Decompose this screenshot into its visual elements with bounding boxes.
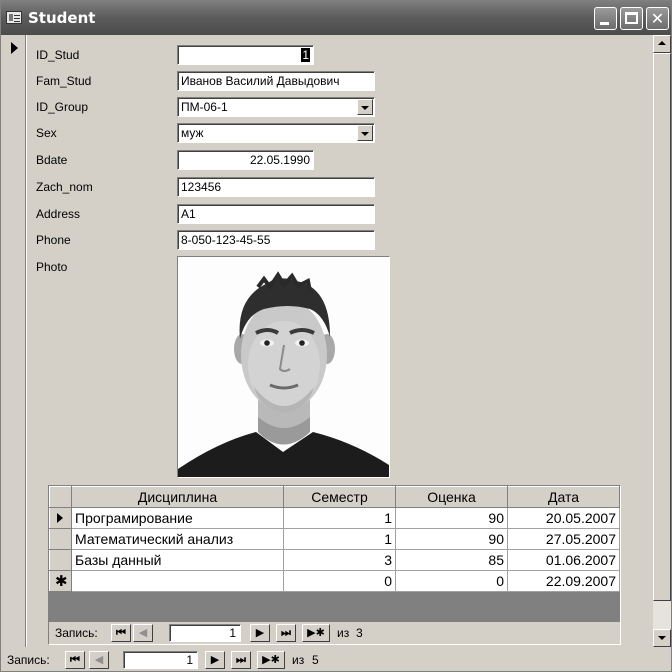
sex-dropdown-button[interactable] — [357, 125, 373, 141]
last-record-button[interactable]: ⏭ — [276, 624, 296, 642]
sex-value: муж — [181, 126, 204, 140]
cell-date[interactable]: 01.06.2007 — [507, 549, 620, 571]
label-photo: Photo — [36, 260, 68, 274]
scroll-up-button[interactable] — [653, 35, 671, 53]
cell-semester[interactable]: 3 — [283, 549, 396, 571]
previous-record-button[interactable]: ◀ — [133, 624, 153, 642]
cell-discipline[interactable]: Програмирование — [71, 507, 284, 529]
main-next-record-button[interactable]: ▶ — [205, 651, 225, 669]
cell-discipline[interactable]: Базы данный — [71, 549, 284, 571]
current-record-arrow-icon — [11, 42, 18, 54]
cell-semester[interactable]: 0 — [283, 570, 396, 592]
close-icon: ✕ — [650, 9, 665, 28]
main-last-record-button[interactable]: ⏭ — [231, 651, 251, 669]
bdate-field[interactable]: 22.05.1990 — [177, 150, 314, 170]
subform-record-caption: Запись: — [55, 626, 98, 640]
main-record-navigator: Запись: ⏮ ◀ 1 ▶ ⏭ ▶✱ из 5 — [1, 649, 671, 671]
subform-record-total: 3 — [356, 626, 363, 640]
maximize-button[interactable] — [620, 7, 643, 30]
label-address: Address — [36, 207, 81, 221]
label-sex: Sex — [36, 126, 57, 140]
cell-semester[interactable]: 1 — [283, 528, 396, 550]
main-previous-record-button[interactable]: ◀ — [89, 651, 109, 669]
cell-semester[interactable]: 1 — [283, 507, 396, 529]
cell-discipline[interactable] — [71, 570, 284, 592]
label-zach-nom: Zach_nom — [36, 180, 93, 194]
column-header-semester[interactable]: Семестр — [283, 486, 396, 508]
window-title: Student — [28, 9, 96, 27]
title-bar: Student ✕ — [1, 1, 671, 35]
grades-table: Дисциплина Семестр Оценка Дата Програмир… — [49, 486, 620, 592]
main-new-record-button[interactable]: ▶✱ — [257, 651, 285, 669]
table-row: Базы данный 3 85 01.06.2007 — [49, 549, 620, 571]
id-stud-field[interactable]: 1 — [177, 45, 314, 65]
subform-record-navigator: Запись: ⏮ ◀ 1 ▶ ⏭ ▶✱ из 3 — [49, 622, 620, 644]
main-record-number-input[interactable]: 1 — [123, 651, 198, 669]
label-phone: Phone — [36, 233, 71, 247]
sex-combo[interactable]: муж — [177, 123, 375, 143]
row-selector[interactable] — [49, 528, 72, 550]
phone-field[interactable]: 8-050-123-45-55 — [177, 230, 375, 250]
new-record-row: ✱ 0 0 22.09.2007 — [49, 570, 620, 592]
header-selector-corner[interactable] — [49, 486, 72, 508]
grades-subform: Дисциплина Семестр Оценка Дата Програмир… — [48, 485, 621, 645]
row-selector[interactable] — [49, 549, 72, 571]
column-header-discipline[interactable]: Дисциплина — [71, 486, 284, 508]
id-group-dropdown-button[interactable] — [357, 99, 373, 115]
student-photo — [178, 257, 389, 477]
main-record-caption: Запись: — [7, 653, 50, 667]
cell-discipline[interactable]: Математический анализ — [71, 528, 284, 550]
first-record-button[interactable]: ⏮ — [111, 624, 131, 642]
column-header-date[interactable]: Дата — [507, 486, 620, 508]
row-selector[interactable]: ✱ — [49, 570, 72, 592]
student-form-window: Student ✕ ID_Stud Fam_Stud ID_Group Sex … — [0, 0, 672, 672]
cell-date[interactable]: 20.05.2007 — [507, 507, 620, 529]
label-bdate: Bdate — [36, 153, 68, 167]
row-selector[interactable] — [49, 507, 72, 529]
close-button[interactable]: ✕ — [646, 7, 669, 30]
table-header-row: Дисциплина Семестр Оценка Дата — [49, 486, 620, 508]
fam-stud-field[interactable]: Иванов Василий Давыдович — [177, 71, 375, 91]
cell-date[interactable]: 22.09.2007 — [507, 570, 620, 592]
id-group-combo[interactable]: ПМ-06-1 — [177, 97, 375, 117]
label-id-group: ID_Group — [36, 100, 89, 114]
current-row-arrow-icon — [57, 513, 63, 523]
record-selector[interactable] — [1, 35, 27, 647]
minimize-button[interactable] — [594, 7, 617, 30]
form-icon — [6, 11, 22, 24]
scroll-thumb[interactable] — [653, 53, 671, 601]
main-first-record-button[interactable]: ⏮ — [65, 651, 85, 669]
new-record-button[interactable]: ▶✱ — [302, 624, 330, 642]
subform-record-of: из — [337, 626, 350, 640]
id-group-value: ПМ-06-1 — [181, 100, 228, 114]
address-field[interactable]: A1 — [177, 204, 375, 224]
id-stud-value: 1 — [301, 48, 310, 62]
cell-grade[interactable]: 90 — [395, 507, 508, 529]
main-record-total: 5 — [312, 653, 319, 667]
zach-nom-field[interactable]: 123456 — [177, 177, 375, 197]
new-record-icon: ✱ — [55, 573, 68, 590]
next-record-button[interactable]: ▶ — [250, 624, 270, 642]
cell-date[interactable]: 27.05.2007 — [507, 528, 620, 550]
cell-grade[interactable]: 0 — [395, 570, 508, 592]
label-fam-stud: Fam_Stud — [36, 74, 92, 88]
cell-grade[interactable]: 85 — [395, 549, 508, 571]
scroll-down-button[interactable] — [653, 629, 671, 647]
vertical-scrollbar[interactable] — [653, 35, 671, 647]
photo-frame[interactable] — [177, 256, 390, 478]
label-id-stud: ID_Stud — [36, 48, 80, 62]
table-row: Програмирование 1 90 20.05.2007 — [49, 507, 620, 529]
column-header-grade[interactable]: Оценка — [395, 486, 508, 508]
subform-record-number-input[interactable]: 1 — [169, 624, 241, 642]
table-row: Математический анализ 1 90 27.05.2007 — [49, 528, 620, 550]
main-record-of: из — [292, 653, 305, 667]
cell-grade[interactable]: 90 — [395, 528, 508, 550]
